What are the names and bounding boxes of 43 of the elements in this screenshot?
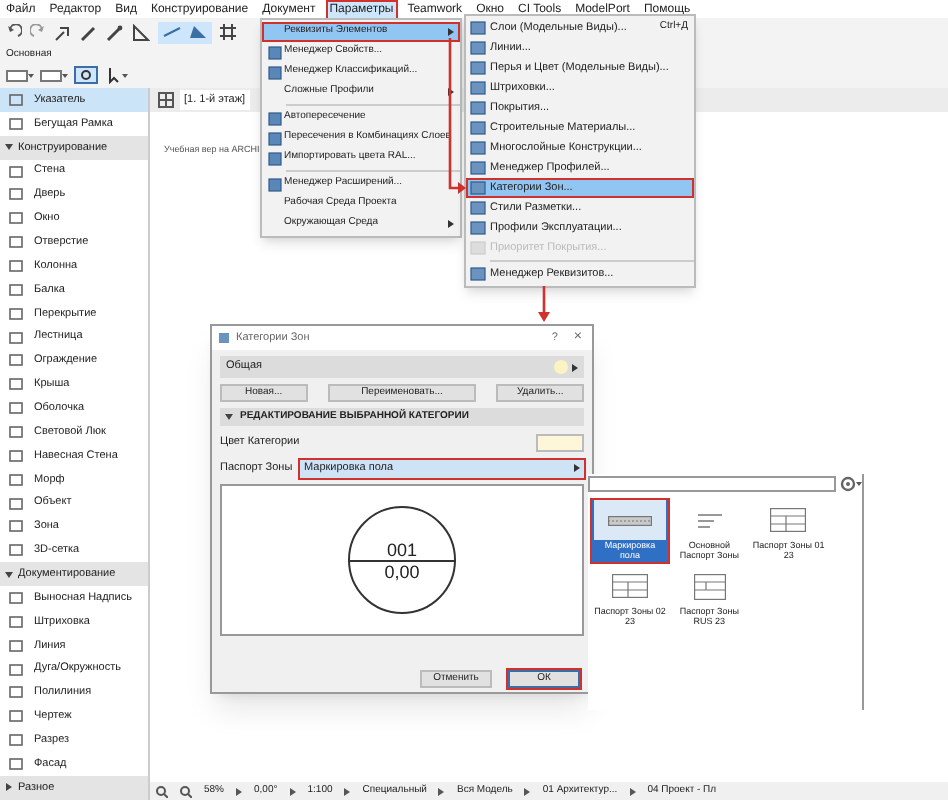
app-icon	[218, 332, 230, 344]
table-drawing	[612, 574, 648, 598]
angle-icon	[132, 23, 150, 41]
caret-icon	[629, 787, 636, 795]
grid-icon	[220, 24, 236, 40]
basic-drawing	[697, 513, 722, 527]
submenu-icon	[448, 28, 454, 36]
stamp-area: 0,00	[384, 561, 420, 581]
caret-icon	[4, 569, 14, 580]
line-icon	[162, 24, 182, 40]
caret-icon	[438, 787, 445, 795]
dropdown-icon	[40, 67, 68, 83]
floor-drawing	[608, 515, 652, 525]
cursor-icon	[54, 23, 72, 41]
caret-icon	[524, 787, 531, 795]
table-drawing	[770, 508, 807, 532]
caret-icon	[4, 782, 14, 793]
caret-icon	[236, 787, 243, 795]
caret-icon	[224, 412, 234, 422]
toggle-icon	[74, 66, 98, 84]
caret-icon	[574, 464, 580, 472]
color-swatch[interactable]	[536, 433, 584, 451]
shape-icon	[188, 24, 208, 40]
zoom-out-icon	[180, 785, 192, 797]
search-field[interactable]	[588, 476, 836, 492]
undo-icon	[6, 24, 22, 40]
redo-icon	[30, 24, 46, 40]
rus-drawing	[693, 573, 726, 599]
caret-icon	[572, 363, 578, 371]
gear-icon	[840, 476, 862, 492]
pen-icon	[80, 23, 98, 41]
caret-icon	[344, 787, 351, 795]
eyedropper-icon	[106, 23, 124, 41]
grid-icon	[158, 92, 174, 108]
submenu-icon	[448, 220, 454, 228]
zoom-in-icon	[156, 785, 168, 797]
caret-icon	[4, 142, 14, 153]
stamp-number: 001	[386, 539, 418, 559]
caret-icon	[289, 787, 296, 795]
submenu-icon	[448, 88, 454, 96]
dropdown-icon	[6, 67, 34, 83]
annotation-arrow	[538, 286, 550, 322]
pointer-icon	[104, 66, 128, 84]
